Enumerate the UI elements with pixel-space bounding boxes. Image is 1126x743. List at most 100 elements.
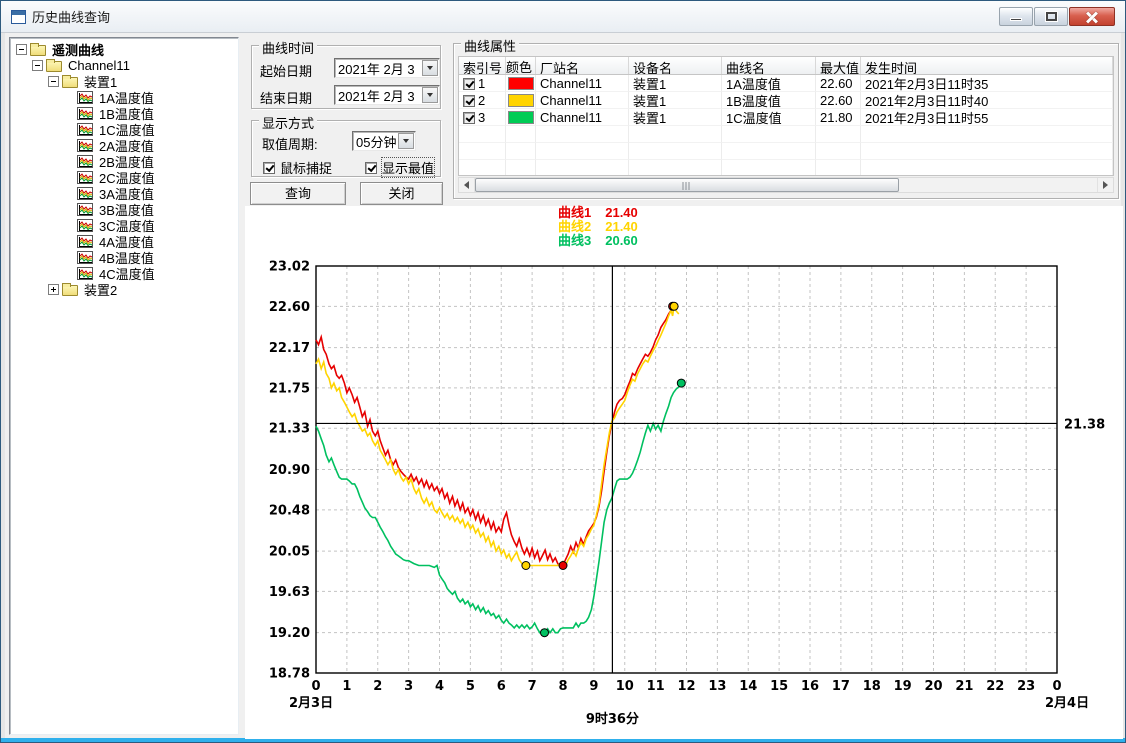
row-occurrence-time: 2021年2月3日11时55 — [861, 109, 1113, 126]
row-device: 装置1 — [629, 109, 722, 126]
crosshair-value-label: 21.38 — [1064, 417, 1105, 432]
row-checkbox[interactable] — [463, 112, 475, 124]
column-header-color[interactable]: 颜色 — [506, 57, 536, 74]
period-label: 取值周期: — [262, 134, 318, 153]
curve-chart-icon — [77, 267, 93, 280]
table-header: 索引号 颜色 厂站名 设备名 曲线名 最大值 发生时间 — [459, 57, 1113, 75]
curve-chart-icon — [77, 251, 93, 264]
scrollbar-thumb[interactable] — [475, 178, 899, 192]
svg-text:10: 10 — [616, 679, 634, 694]
tree-expander-icon[interactable] — [48, 76, 59, 87]
close-dialog-button[interactable]: 关闭 — [360, 182, 443, 205]
start-date-value: 2021年 2月 3 — [335, 59, 422, 78]
curve-chart-icon — [77, 187, 93, 200]
row-max-value: 21.80 — [816, 109, 861, 126]
tree-expander-icon[interactable] — [32, 60, 43, 71]
close-icon — [1085, 10, 1099, 24]
row-occurrence-time: 2021年2月3日11时35 — [861, 75, 1113, 92]
column-header-index[interactable]: 索引号 — [459, 57, 506, 74]
query-button[interactable]: 查询 — [250, 182, 346, 205]
row-max-value: 22.60 — [816, 75, 861, 92]
svg-text:18.78: 18.78 — [269, 667, 310, 682]
curve-chart-icon — [77, 203, 93, 216]
app-window: 历史曲线查询 遥测曲线 — [0, 0, 1126, 743]
start-date-label: 起始日期 — [260, 61, 312, 80]
telemetry-tree: 遥测曲线 Channel11 — [9, 37, 239, 735]
maximize-icon — [1046, 12, 1057, 21]
period-select[interactable]: 05分钟 — [352, 131, 416, 151]
end-date-dropdown-button[interactable] — [422, 87, 438, 103]
scroll-right-button[interactable] — [1097, 178, 1113, 192]
curve-chart-icon — [77, 91, 93, 104]
svg-text:0: 0 — [1052, 679, 1061, 694]
show-extremes-checkbox[interactable] — [365, 162, 377, 174]
tree-item[interactable]: 遥测曲线 — [10, 41, 238, 57]
start-date-dropdown-button[interactable] — [422, 60, 438, 76]
svg-text:2: 2 — [373, 679, 382, 694]
svg-text:7: 7 — [528, 679, 537, 694]
legend-row: 曲线2 21.40 — [558, 220, 638, 234]
svg-text:22.17: 22.17 — [269, 341, 310, 356]
scroll-left-button[interactable] — [459, 178, 475, 192]
titlebar[interactable]: 历史曲线查询 — [1, 1, 1125, 33]
row-checkbox[interactable] — [463, 78, 475, 90]
column-header-time[interactable]: 发生时间 — [861, 57, 1113, 74]
svg-text:6: 6 — [497, 679, 506, 694]
row-device: 装置1 — [629, 92, 722, 109]
x-axis-labels: 012345678910111213141516171819202122230 — [311, 679, 1061, 694]
table-row[interactable]: 2 Channel11 装置1 1B温度值 22.60 2021年2月3日11时… — [459, 92, 1113, 109]
table-row-empty[interactable] — [459, 126, 1113, 143]
maximize-button[interactable] — [1034, 7, 1068, 26]
y-axis-labels: 23.0222.6022.1721.7521.3320.9020.4820.05… — [269, 260, 310, 682]
curve-time-group-label: 曲线时间 — [259, 38, 317, 57]
mouse-capture-checkbox[interactable] — [263, 162, 275, 174]
column-header-curve[interactable]: 曲线名 — [722, 57, 816, 74]
chart-panel: 曲线1 21.40 曲线2 21.40 曲线3 20.60 23.0222.60… — [245, 206, 1123, 739]
tree-item-label: 装置2 — [82, 280, 119, 299]
tree-expander-icon[interactable] — [16, 44, 27, 55]
tree-expander-icon[interactable] — [48, 284, 59, 295]
end-date-picker[interactable]: 2021年 2月 3 — [334, 85, 440, 105]
minimize-button[interactable] — [999, 7, 1033, 26]
chart-svg[interactable]: 23.0222.6022.1721.7521.3320.9020.4820.05… — [245, 206, 1123, 739]
svg-text:18: 18 — [863, 679, 881, 694]
row-curve-name: 1C温度值 — [722, 109, 816, 126]
table-horizontal-scrollbar[interactable] — [458, 177, 1114, 193]
curve-chart-icon — [77, 123, 93, 136]
svg-text:8: 8 — [558, 679, 567, 694]
row-index: 3 — [478, 110, 485, 125]
close-button[interactable] — [1069, 7, 1115, 26]
period-dropdown-button[interactable] — [398, 133, 414, 149]
table-row-empty[interactable] — [459, 143, 1113, 160]
svg-text:19.63: 19.63 — [269, 585, 310, 600]
tree-item[interactable]: 装置2 — [10, 281, 238, 297]
chevron-down-icon — [427, 66, 433, 70]
folder-icon — [62, 77, 78, 88]
row-curve-name: 1B温度值 — [722, 92, 816, 109]
table-row-empty[interactable] — [459, 160, 1113, 176]
tree-item[interactable]: Channel11 — [10, 57, 238, 73]
column-header-max[interactable]: 最大值 — [816, 57, 861, 74]
svg-text:22.60: 22.60 — [269, 300, 310, 315]
svg-text:0: 0 — [311, 679, 320, 694]
svg-text:21: 21 — [955, 679, 973, 694]
column-header-station[interactable]: 厂站名 — [536, 57, 629, 74]
extreme-marker-series-3 — [677, 379, 685, 387]
date-label-right: 2月4日 — [1045, 696, 1089, 711]
table-row[interactable]: 1 Channel11 装置1 1A温度值 22.60 2021年2月3日11时… — [459, 75, 1113, 92]
start-date-picker[interactable]: 2021年 2月 3 — [334, 58, 440, 78]
legend-row: 曲线3 20.60 — [558, 234, 638, 248]
scroll-right-icon — [1103, 181, 1108, 189]
extreme-marker-series-3 — [541, 629, 549, 637]
end-date-value: 2021年 2月 3 — [335, 86, 422, 105]
row-checkbox[interactable] — [463, 95, 475, 107]
column-header-device[interactable]: 设备名 — [629, 57, 722, 74]
tree-item[interactable]: 4C温度值 — [10, 265, 238, 281]
curve-properties-table: 索引号 颜色 厂站名 设备名 曲线名 最大值 发生时间 1 C — [458, 56, 1114, 176]
date-label-left: 2月3日 — [289, 696, 333, 711]
folder-icon — [46, 61, 62, 72]
legend-series-value: 21.40 — [605, 220, 638, 234]
minimize-icon — [1010, 18, 1022, 21]
table-row[interactable]: 3 Channel11 装置1 1C温度值 21.80 2021年2月3日11时… — [459, 109, 1113, 126]
svg-text:4: 4 — [435, 679, 444, 694]
